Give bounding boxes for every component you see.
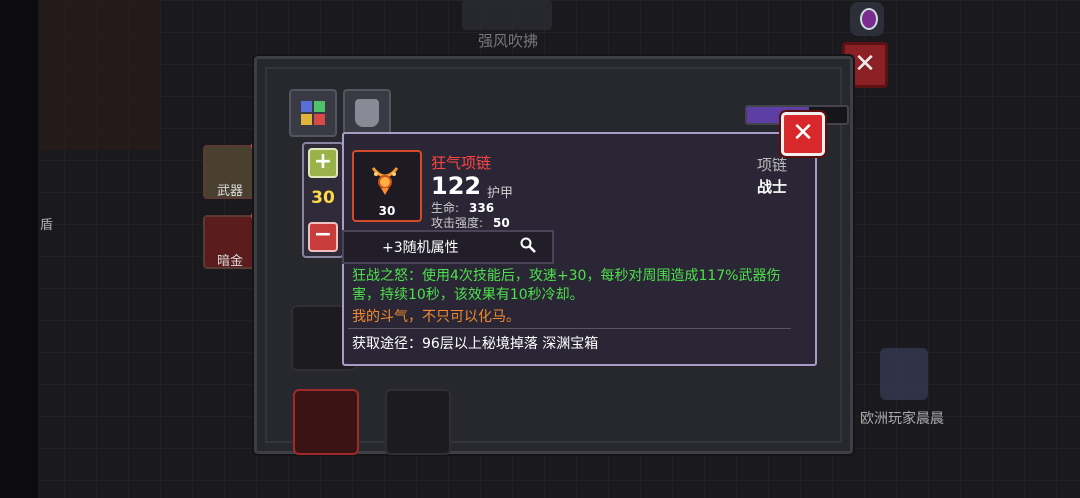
flavor-text: 我的斗气，不只可以化马。	[352, 309, 520, 325]
plus-button[interactable]: +	[308, 148, 338, 178]
player-name: 欧洲玩家晨晨	[860, 411, 944, 427]
item-source: 获取途径：96层以上秘境掉落 深渊宝箱	[352, 336, 599, 352]
item-name: 狂气项链	[431, 154, 492, 172]
plus-icon: +	[313, 149, 333, 174]
close-icon: ✕	[792, 118, 814, 148]
stat-label: 攻击强度:	[431, 216, 484, 230]
divider	[348, 328, 791, 329]
skill-description: 狂战之怒：使用4次技能后，攻速+30，每秒对周围造成117%武器伤害，持续10秒…	[352, 268, 781, 303]
weapon-side-button[interactable]: 武器	[203, 141, 261, 199]
inventory-slot[interactable]	[385, 389, 451, 455]
dark-gold-side-button[interactable]: 暗金	[203, 211, 261, 269]
screen-left-edge	[0, 0, 38, 498]
stat-row: 攻击强度: 50	[431, 214, 510, 231]
tooltip-close-button[interactable]: ✕	[781, 112, 825, 156]
item-main-value: 122	[431, 172, 482, 200]
minus-button[interactable]: −	[308, 222, 338, 252]
dark-gold-side-label: 暗金	[216, 254, 243, 269]
tab-armor[interactable]	[343, 89, 391, 137]
stat-value: 50	[493, 216, 510, 230]
item-type: 项链	[756, 156, 787, 174]
player-avatar[interactable]	[880, 348, 928, 400]
quantity-value: 30	[311, 188, 335, 208]
armor-tab-icon	[355, 99, 379, 127]
random-attribute-label: +3随机属性	[382, 240, 459, 256]
tab-all-items[interactable]	[289, 89, 337, 137]
scene-decor	[40, 0, 160, 150]
quantity-panel: + 30 −	[302, 142, 344, 258]
item-tooltip: ✕ 30 狂气项链 122 护甲 生命: 336 攻击强度: 50 项链 战士 +3…	[342, 112, 825, 366]
grid-tab-icon	[301, 101, 325, 125]
side-fragment-label: 盾	[40, 218, 54, 233]
magnifier-icon	[520, 237, 536, 253]
item-class: 战士	[756, 178, 787, 196]
item-icon-frame: 30	[352, 150, 422, 222]
inventory-slot[interactable]	[293, 389, 359, 455]
banner-icon	[462, 0, 552, 30]
gem-icon[interactable]	[850, 2, 884, 36]
necklace-icon	[371, 167, 399, 195]
item-level: 30	[378, 204, 396, 218]
stat-value: 336	[469, 201, 495, 215]
minus-icon: −	[313, 222, 333, 247]
random-attribute-button[interactable]: +3随机属性	[342, 230, 554, 264]
weapon-side-label: 武器	[216, 184, 243, 199]
banner-text: 强风吹拂	[478, 32, 539, 50]
stat-label: 生命:	[431, 201, 460, 215]
